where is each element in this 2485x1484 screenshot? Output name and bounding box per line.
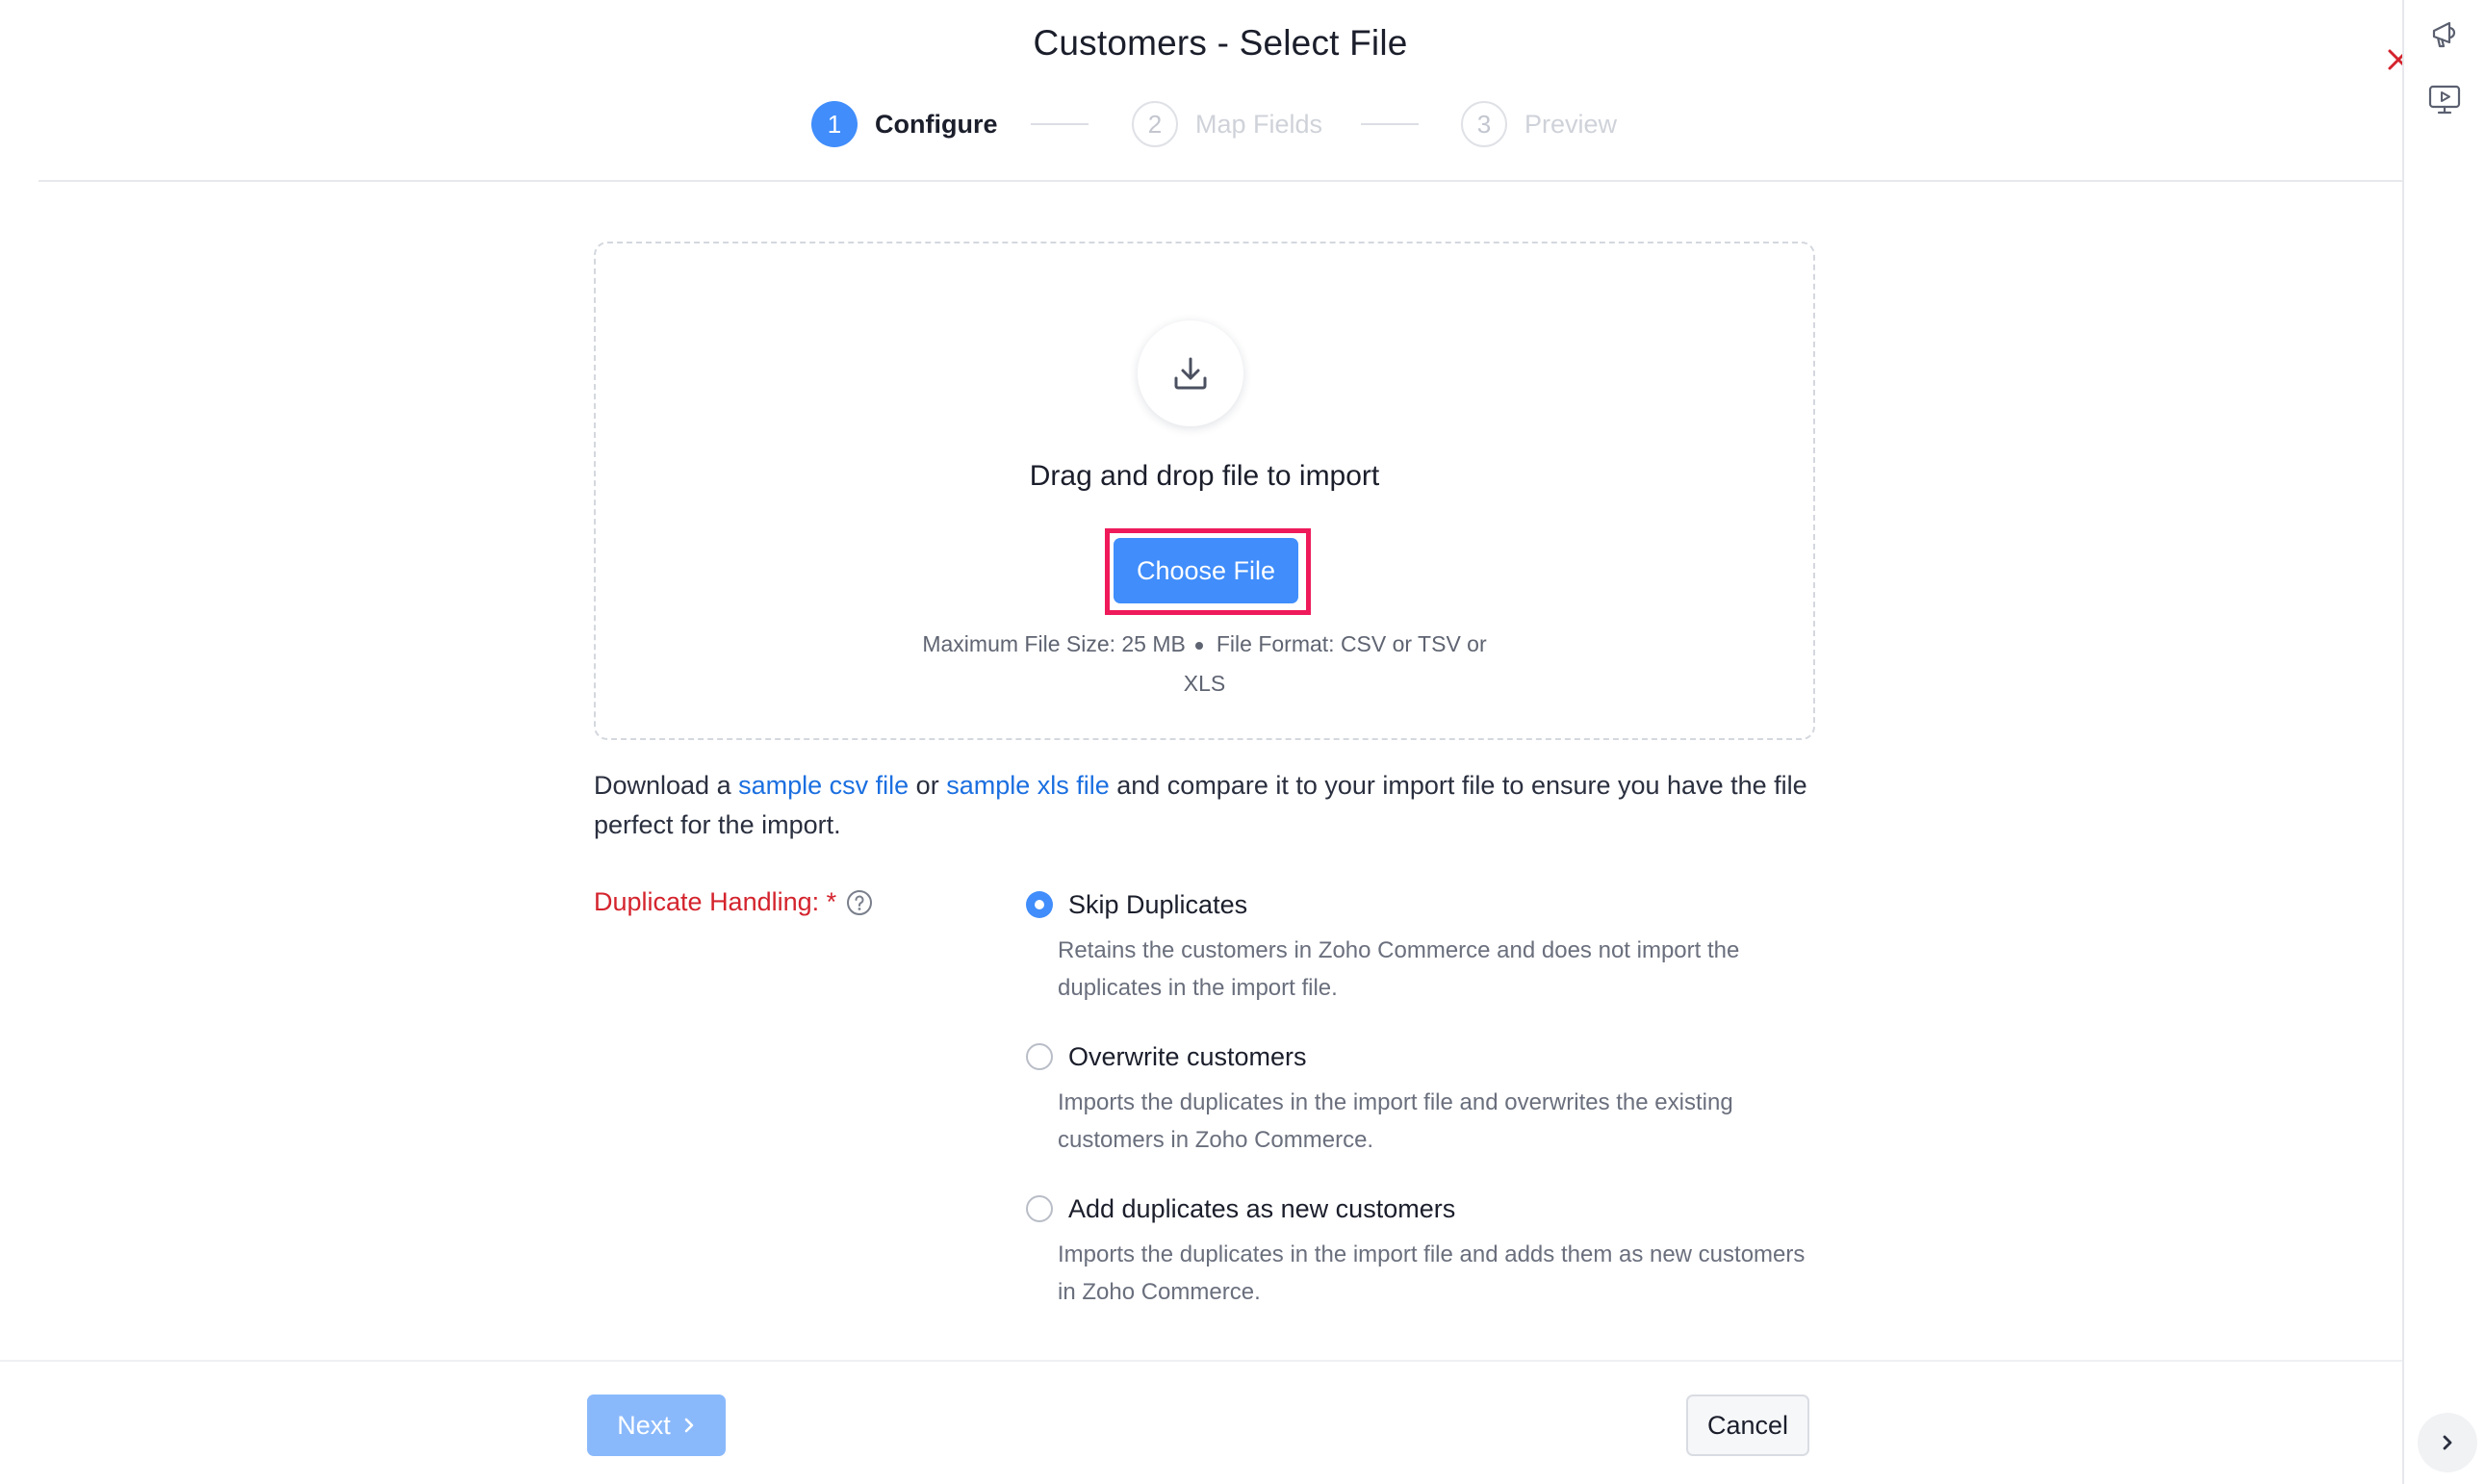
announcement-button[interactable] (2425, 15, 2464, 54)
option-description: Retains the customers in Zoho Commerce a… (1058, 937, 1740, 1001)
video-tutorial-button[interactable] (2425, 81, 2464, 119)
file-format-cont: XLS (1183, 671, 1226, 696)
separator-dot (1194, 641, 1203, 650)
import-page: Customers - Select File 1 Configure 2 Ma… (0, 0, 2485, 1484)
footer-bar: Next Cancel (0, 1360, 2402, 1484)
skip-duplicates-radio[interactable] (1026, 891, 1053, 918)
option-label: Overwrite customers (1068, 1041, 1307, 1071)
overwrite-customers-radio[interactable] (1026, 1043, 1053, 1070)
upload-icon-badge (1138, 320, 1243, 426)
duplicate-handling-text: Duplicate Handling: * (594, 887, 837, 916)
sample-download-note: Download a sample csv file or sample xls… (594, 766, 1826, 845)
import-header: Customers - Select File 1 Configure 2 Ma… (38, 0, 2409, 182)
expand-panel-button[interactable] (2418, 1413, 2477, 1472)
step-number: 3 (1461, 101, 1507, 147)
option-description: Imports the duplicates in the import fil… (1058, 1089, 1733, 1153)
chevron-right-icon (682, 1417, 696, 1434)
option-description: Imports the duplicates in the import fil… (1058, 1241, 1806, 1305)
overwrite-customers-radio-row[interactable]: Overwrite customers (1026, 1039, 1815, 1074)
step-number: 1 (811, 101, 858, 147)
note-prefix: Download a (594, 771, 739, 800)
step-preview: 3 Preview (1461, 100, 1617, 148)
add-as-new-radio[interactable] (1026, 1195, 1053, 1222)
cancel-button[interactable]: Cancel (1686, 1394, 1809, 1456)
download-icon (1174, 357, 1207, 390)
step-connector (1361, 123, 1419, 125)
sample-xls-link[interactable]: sample xls file (946, 771, 1110, 800)
skip-duplicates-radio-row[interactable]: Skip Duplicates (1026, 887, 1815, 922)
duplicate-handling-label: Duplicate Handling: * (594, 887, 873, 917)
page-title: Customers - Select File (1033, 23, 1408, 63)
step-label: Configure (875, 109, 998, 139)
step-label: Map Fields (1195, 109, 1323, 139)
step-number: 2 (1132, 101, 1178, 147)
help-icon[interactable] (846, 889, 873, 916)
dropzone-heading: Drag and drop file to import (1029, 460, 1380, 492)
right-rail (2402, 0, 2485, 1484)
sample-csv-link[interactable]: sample csv file (738, 771, 909, 800)
file-constraints: Maximum File Size: 25 MB File Format: CSV… (904, 625, 1505, 704)
option-label: Add duplicates as new customers (1068, 1193, 1456, 1223)
add-as-new-radio-row[interactable]: Add duplicates as new customers (1026, 1191, 1815, 1226)
step-label: Preview (1524, 109, 1618, 139)
step-connector (1031, 123, 1089, 125)
option-add-as-new: Add duplicates as new customers Imports … (1026, 1191, 1815, 1311)
next-label: Next (617, 1410, 671, 1440)
option-skip-duplicates: Skip Duplicates Retains the customers in… (1026, 887, 1815, 1007)
next-button[interactable]: Next (587, 1394, 726, 1456)
step-map-fields: 2 Map Fields (1132, 100, 1322, 148)
video-tutorial-icon (2428, 85, 2461, 115)
option-overwrite-customers: Overwrite customers Imports the duplicat… (1026, 1039, 1815, 1159)
announcement-icon (2432, 21, 2456, 48)
step-configure: 1 Configure (811, 100, 998, 148)
option-label: Skip Duplicates (1068, 889, 1248, 919)
stepper: 1 Configure 2 Map Fields 3 Preview (38, 100, 2402, 148)
chevron-right-icon (2443, 1435, 2452, 1450)
file-format: File Format: CSV or TSV or (1216, 631, 1487, 656)
max-file-size: Maximum File Size: 25 MB (922, 631, 1186, 656)
file-dropzone[interactable]: Drag and drop file to import Choose File… (594, 242, 1815, 740)
note-middle: or (909, 771, 947, 800)
choose-file-button[interactable]: Choose File (1114, 538, 1298, 603)
